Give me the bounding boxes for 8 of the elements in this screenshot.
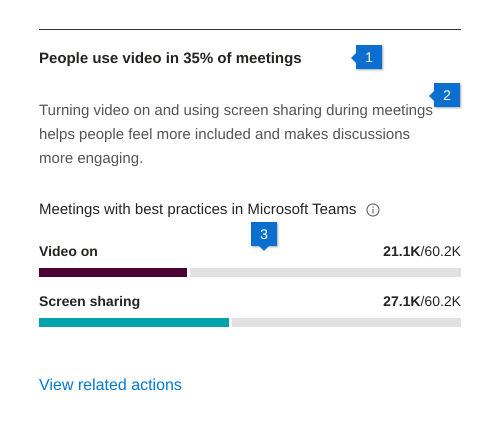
metric-label: Screen sharing	[39, 292, 140, 311]
related-actions-link[interactable]: View related actions	[39, 374, 182, 398]
insight-title: People use video in 35% of meetings	[39, 49, 302, 69]
metrics-heading: Meetings with best practices in Microsoft Teams	[39, 200, 356, 220]
info-icon[interactable]	[366, 202, 380, 217]
metric-value: 21.1K/60.2K	[383, 242, 461, 261]
metric-value: 27.1K/60.2K	[383, 292, 461, 311]
metric-label: Video on	[39, 242, 98, 261]
